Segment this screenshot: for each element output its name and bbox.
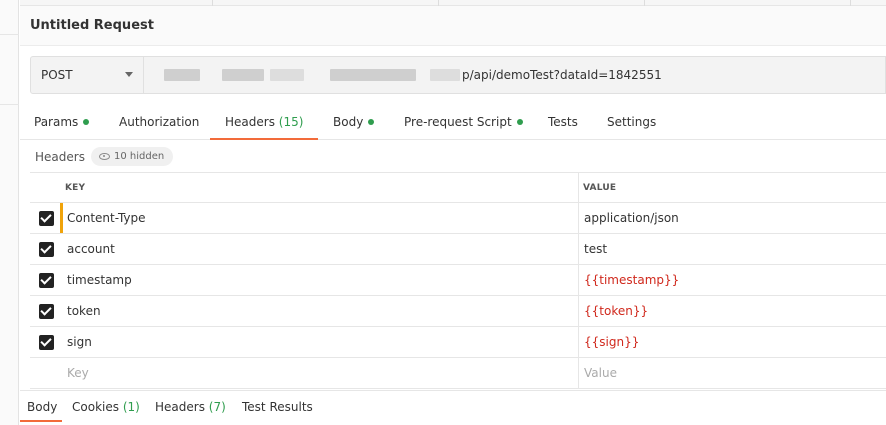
table-row-new: Key Value — [30, 358, 886, 389]
hidden-headers-toggle[interactable]: 10 hidden — [91, 147, 174, 166]
left-sidebar-strip — [0, 0, 19, 425]
method-label: POST — [41, 68, 73, 82]
header-value-variable[interactable]: {{timestamp}} — [584, 273, 679, 287]
url-redacted — [430, 69, 460, 81]
tab-tests[interactable]: Tests — [548, 115, 578, 129]
url-redacted — [222, 69, 264, 81]
tab-pre-request-script[interactable]: Pre-request Script — [404, 115, 523, 129]
header-value-variable[interactable]: {{token}} — [584, 304, 648, 318]
chevron-down-icon — [125, 72, 133, 77]
tab-body[interactable]: Body — [333, 115, 375, 129]
sidebar-divider — [0, 104, 19, 105]
status-dot — [516, 119, 523, 125]
eye-icon — [99, 153, 110, 160]
table-row: sign {{sign}} — [30, 327, 886, 358]
tab-response-body[interactable]: Body — [27, 400, 57, 414]
header-value[interactable]: application/json — [584, 211, 679, 225]
header-value-variable[interactable]: {{sign}} — [584, 335, 639, 349]
column-header-value: VALUE — [583, 183, 617, 193]
row-checkbox[interactable] — [39, 335, 54, 350]
url-redacted — [330, 69, 416, 81]
active-tab-indicator — [20, 420, 62, 422]
row-checkbox[interactable] — [39, 273, 54, 288]
row-checkbox[interactable] — [39, 242, 54, 257]
response-tabs: Body Cookies (1) Headers (7) Test Result… — [20, 390, 886, 425]
tab-authorization[interactable]: Authorization — [119, 115, 199, 129]
header-value[interactable]: test — [584, 242, 607, 256]
row-checkbox[interactable] — [39, 304, 54, 319]
table-row: token {{token}} — [30, 296, 886, 327]
header-key[interactable]: timestamp — [67, 273, 132, 287]
tab-settings[interactable]: Settings — [607, 115, 656, 129]
table-row: Content-Type application/json — [30, 203, 886, 234]
url-text: p/api/demoTest?dataId=1842551 — [462, 68, 662, 82]
url-redacted — [164, 69, 200, 81]
header-key[interactable]: account — [67, 242, 115, 256]
method-select[interactable]: POST — [30, 56, 144, 94]
tab-test-results[interactable]: Test Results — [242, 400, 313, 414]
request-panel: Untitled Request POST p/api/demoTest?dat… — [20, 0, 886, 425]
request-title-bar: Untitled Request — [20, 6, 886, 46]
request-tabs: Params Authorization Headers (15) Body P… — [20, 104, 886, 140]
table-row: account test — [30, 234, 886, 265]
tab-response-cookies[interactable]: Cookies (1) — [72, 400, 140, 414]
new-key-input[interactable]: Key — [67, 366, 89, 380]
header-key[interactable]: token — [67, 304, 101, 318]
tab-response-headers[interactable]: Headers (7) — [155, 400, 226, 414]
url-bar: POST p/api/demoTest?dataId=1842551 — [20, 46, 886, 104]
sidebar-divider — [0, 34, 19, 35]
headers-subheader: Headers 10 hidden — [20, 140, 886, 172]
request-title[interactable]: Untitled Request — [30, 18, 154, 33]
column-header-key: KEY — [65, 183, 86, 193]
tab-headers[interactable]: Headers (15) — [225, 115, 303, 129]
row-focus-marker — [60, 203, 63, 233]
new-value-input[interactable]: Value — [584, 366, 617, 380]
tab-params[interactable]: Params — [34, 115, 90, 129]
header-key[interactable]: sign — [67, 335, 92, 349]
headers-label: Headers — [35, 150, 85, 164]
url-redacted — [270, 69, 304, 81]
table-row: timestamp {{timestamp}} — [30, 265, 886, 296]
status-dot — [368, 119, 375, 125]
status-dot — [83, 119, 90, 125]
column-divider[interactable] — [578, 172, 579, 389]
header-key[interactable]: Content-Type — [67, 211, 146, 225]
table-header: KEY VALUE — [30, 172, 886, 203]
row-checkbox[interactable] — [39, 211, 54, 226]
url-input[interactable]: p/api/demoTest?dataId=1842551 — [144, 56, 886, 94]
